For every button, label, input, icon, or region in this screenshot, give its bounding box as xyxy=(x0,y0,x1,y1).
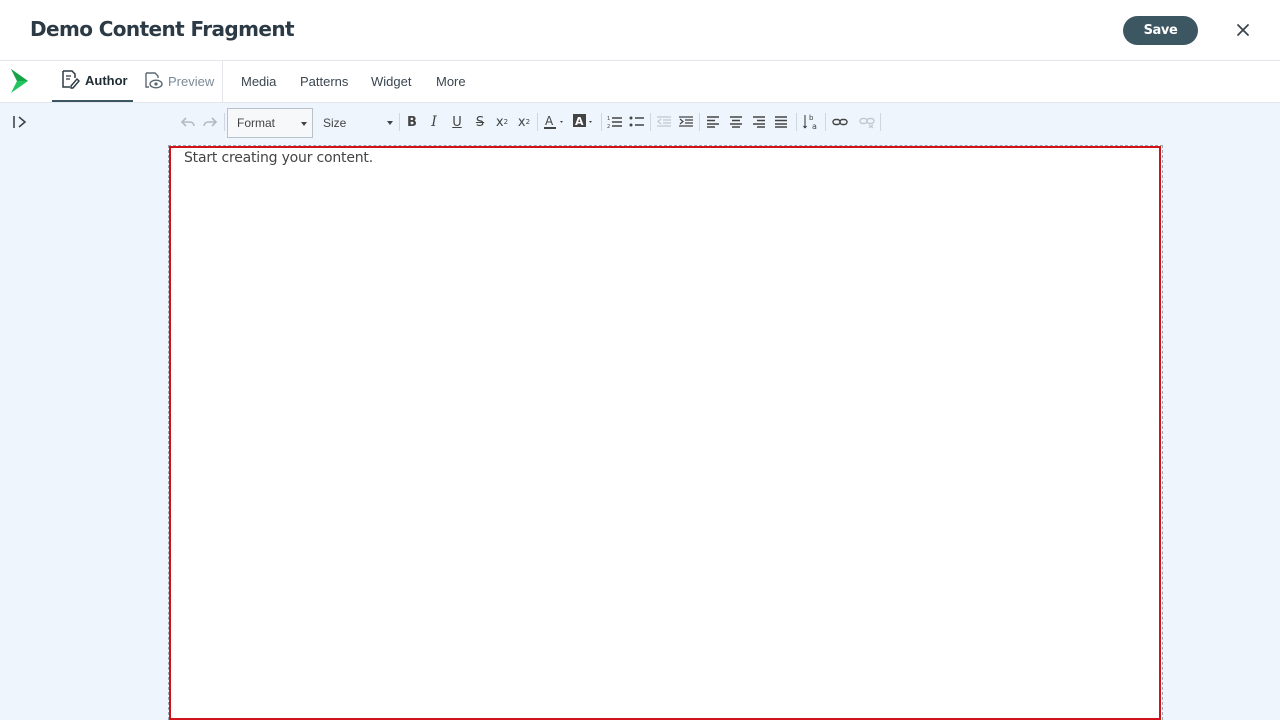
editor-nav: Author Preview Media Patterns Widget Mor… xyxy=(0,61,1280,103)
size-select-label: Size xyxy=(323,116,347,130)
preview-eye-icon xyxy=(134,70,168,93)
rich-text-toolbar: Format Size B I U S x2 x2 A A 12 b a xyxy=(170,107,890,138)
decrease-indent-icon[interactable] xyxy=(653,111,675,133)
unlink-icon[interactable] xyxy=(856,111,878,133)
superscript-icon[interactable]: x2 xyxy=(513,111,535,133)
justify-icon[interactable] xyxy=(770,111,792,133)
strikethrough-icon[interactable]: S xyxy=(469,111,491,133)
increase-indent-icon[interactable] xyxy=(675,111,697,133)
bulleted-list-icon[interactable] xyxy=(626,111,648,133)
chevron-down-icon xyxy=(387,121,393,125)
toolbar-separator xyxy=(699,113,700,131)
toolbar-separator xyxy=(650,113,651,131)
toolbar-separator xyxy=(825,113,826,131)
toolbar-separator xyxy=(537,113,538,131)
align-left-icon[interactable] xyxy=(702,111,724,133)
size-select[interactable]: Size xyxy=(314,108,398,138)
svg-text:1: 1 xyxy=(607,116,610,122)
tab-author[interactable]: Author xyxy=(52,61,133,102)
tab-preview[interactable]: Preview xyxy=(134,61,222,102)
content-editor[interactable]: Start creating your content. xyxy=(169,146,1161,720)
undo-icon[interactable] xyxy=(177,111,199,133)
background-color-icon[interactable]: A xyxy=(571,111,597,133)
nav-patterns[interactable]: Patterns xyxy=(300,74,348,89)
nav-divider xyxy=(222,61,223,102)
chevron-down-icon xyxy=(301,122,307,126)
expand-sidebar-icon[interactable] xyxy=(12,114,30,130)
tab-author-label: Author xyxy=(85,73,128,88)
numbered-list-icon[interactable]: 12 xyxy=(604,111,626,133)
text-direction-icon[interactable]: ba xyxy=(801,111,823,133)
format-select[interactable]: Format xyxy=(227,108,313,138)
toolbar-separator xyxy=(601,113,602,131)
redo-icon[interactable] xyxy=(199,111,221,133)
svg-text:b: b xyxy=(809,114,814,122)
subscript-icon[interactable]: x2 xyxy=(491,111,513,133)
svg-text:A: A xyxy=(575,115,584,128)
nav-widget[interactable]: Widget xyxy=(371,74,411,89)
align-right-icon[interactable] xyxy=(748,111,770,133)
nav-more[interactable]: More xyxy=(436,74,466,89)
bold-icon[interactable]: B xyxy=(401,111,423,133)
edit-document-icon xyxy=(52,69,85,92)
toolbar-separator xyxy=(224,113,225,131)
link-icon[interactable] xyxy=(829,111,851,133)
tab-preview-label: Preview xyxy=(168,74,215,89)
editor-placeholder: Start creating your content. xyxy=(184,150,373,166)
align-center-icon[interactable] xyxy=(725,111,747,133)
toolbar-separator xyxy=(796,113,797,131)
svg-text:a: a xyxy=(812,122,817,131)
format-select-label: Format xyxy=(237,116,276,130)
svg-text:A: A xyxy=(545,114,554,128)
svg-text:2: 2 xyxy=(607,124,610,129)
header: Demo Content Fragment Save xyxy=(0,0,1280,61)
save-button[interactable]: Save xyxy=(1123,16,1198,45)
nav-media[interactable]: Media xyxy=(241,74,276,89)
toolbar-separator xyxy=(399,113,400,131)
italic-icon[interactable]: I xyxy=(423,111,445,133)
underline-icon[interactable]: U xyxy=(446,111,468,133)
close-icon[interactable] xyxy=(1233,20,1253,40)
toolbar-separator xyxy=(880,113,881,131)
page-title: Demo Content Fragment xyxy=(30,17,295,41)
text-color-icon[interactable]: A xyxy=(542,111,568,133)
chevron-logo-icon xyxy=(8,67,30,95)
